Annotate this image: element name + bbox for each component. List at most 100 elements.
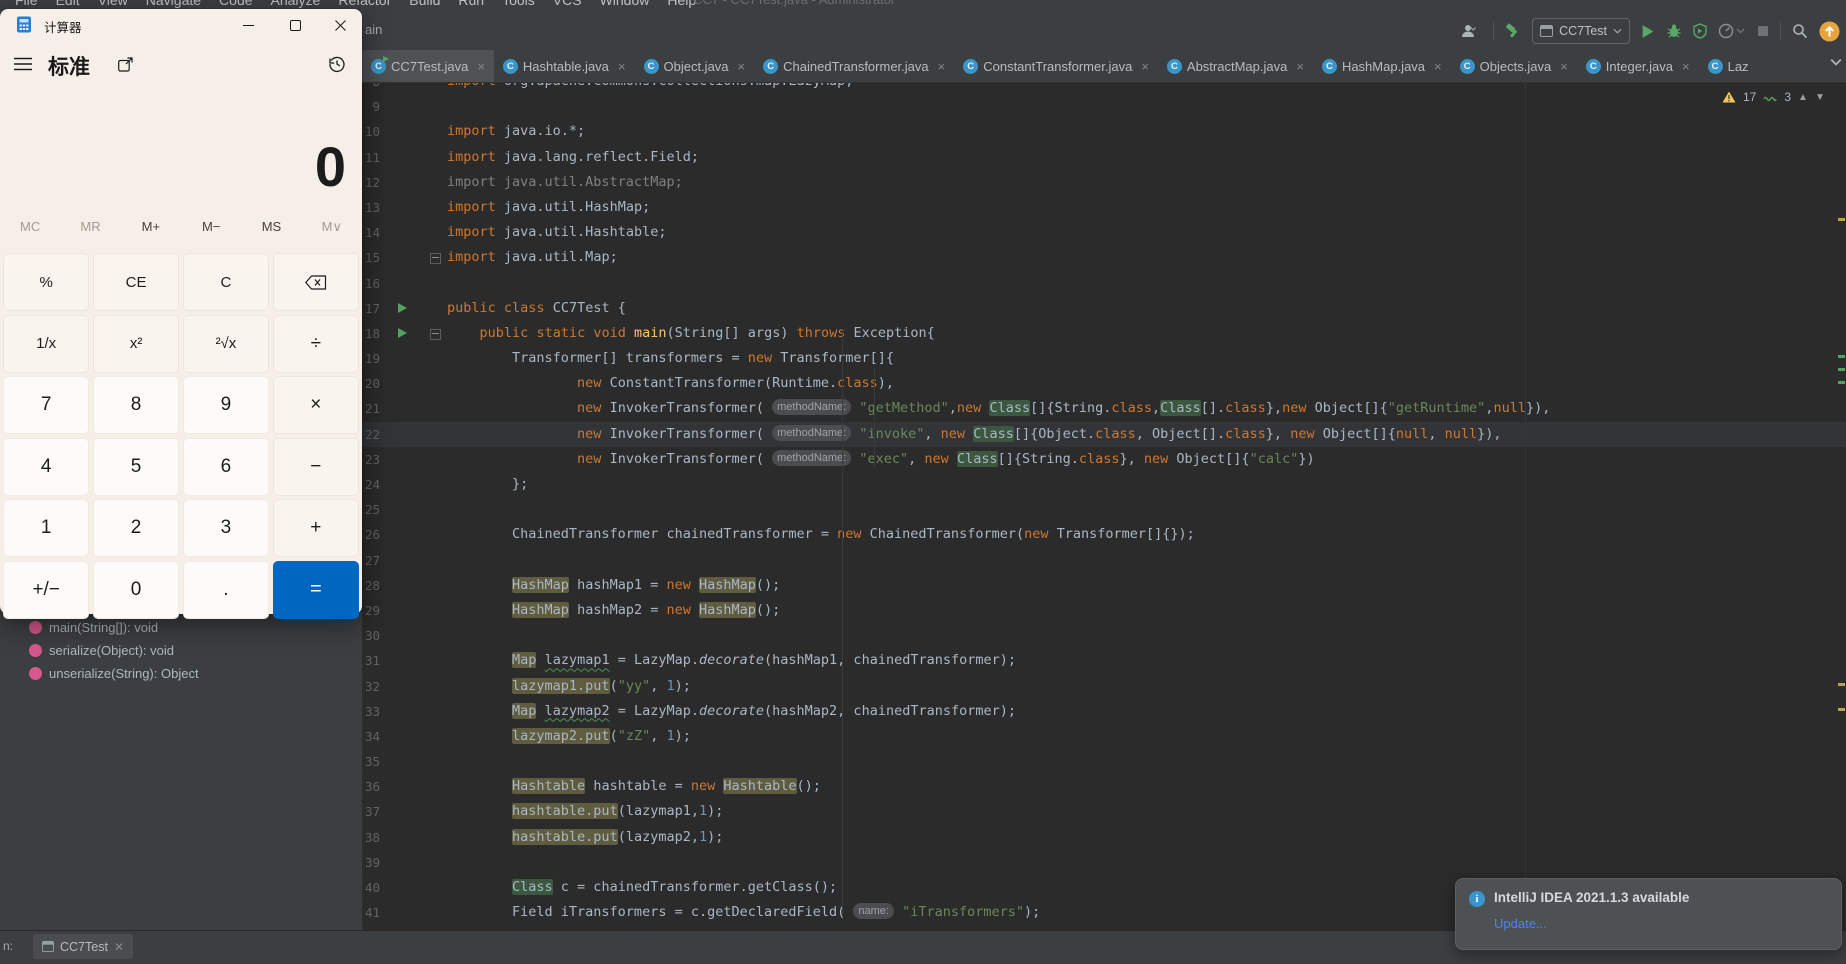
- menu-item-navigate[interactable]: Navigate: [137, 0, 210, 8]
- menu-item-file[interactable]: File: [6, 0, 47, 8]
- calc-key-8[interactable]: 8: [92, 376, 180, 435]
- menu-item-window[interactable]: Window: [591, 0, 659, 8]
- close-icon[interactable]: ×: [618, 60, 626, 73]
- inspections-widget[interactable]: 17 3 ▲ ▼: [1722, 90, 1825, 104]
- close-icon[interactable]: ×: [738, 60, 746, 73]
- editor-tab[interactable]: C Objects.java ×: [1451, 50, 1577, 82]
- run-toolwindow-tab[interactable]: CC7Test ✕: [33, 934, 133, 959]
- calc-key-−[interactable]: −: [272, 437, 359, 496]
- close-icon[interactable]: ×: [1434, 60, 1442, 73]
- structure-item[interactable]: serialize(Object): void: [0, 639, 362, 662]
- close-icon[interactable]: ×: [477, 60, 485, 73]
- code-line[interactable]: 26 ChainedTransformer chainedTransformer…: [362, 522, 1846, 547]
- code-line[interactable]: 35: [362, 749, 1846, 774]
- calc-key-.[interactable]: .: [182, 560, 270, 619]
- calc-key-6[interactable]: 6: [182, 437, 270, 496]
- code-line[interactable]: 38 hashtable.put(lazymap2,1);: [362, 825, 1846, 850]
- close-icon[interactable]: ×: [1560, 60, 1568, 73]
- code-line[interactable]: 22 new InvokerTransformer( methodName: "…: [362, 421, 1846, 447]
- search-everywhere-icon[interactable]: [1792, 23, 1808, 39]
- editor-tab[interactable]: C CC7Test.java ×: [362, 50, 494, 82]
- calc-key-0[interactable]: 0: [92, 560, 180, 619]
- menu-item-analyze[interactable]: Analyze: [262, 0, 330, 8]
- editor-tab[interactable]: C ConstantTransformer.java ×: [954, 50, 1158, 82]
- menu-item-refactor[interactable]: Refactor: [329, 0, 400, 8]
- editor-tab[interactable]: C AbstractMap.java ×: [1158, 50, 1313, 82]
- menu-item-edit[interactable]: Edit: [47, 0, 89, 8]
- code-line[interactable]: 11 import java.lang.reflect.Field;: [362, 145, 1846, 170]
- run-button[interactable]: [1641, 24, 1655, 39]
- code-line[interactable]: 36 Hashtable hashtable = new Hashtable()…: [362, 774, 1846, 799]
- run-line-icon[interactable]: [398, 328, 407, 339]
- debug-button[interactable]: [1666, 23, 1682, 39]
- calc-key-backspace[interactable]: [272, 253, 359, 312]
- code-line[interactable]: 37 hashtable.put(lazymap1,1);: [362, 799, 1846, 824]
- update-link[interactable]: Update...: [1494, 916, 1547, 931]
- code-line[interactable]: 8 import org.apache.commons.collections.m…: [362, 82, 1846, 94]
- calculator-mode-label[interactable]: 标准: [48, 51, 90, 81]
- memory-button-ms[interactable]: MS: [241, 219, 301, 247]
- code-line[interactable]: 14 import java.util.Hashtable;: [362, 220, 1846, 245]
- code-line[interactable]: 30: [362, 623, 1846, 648]
- breadcrumb[interactable]: ain: [365, 22, 382, 37]
- menu-item-vcs[interactable]: VCS: [544, 0, 591, 8]
- calc-key-4[interactable]: 4: [3, 437, 90, 496]
- editor-tab[interactable]: C Integer.java ×: [1577, 50, 1699, 82]
- run-with-coverage-button[interactable]: [1693, 23, 1707, 39]
- calc-key-÷[interactable]: ÷: [272, 314, 359, 373]
- calc-key-2[interactable]: 2: [92, 499, 180, 558]
- code-line[interactable]: 15 import java.util.Map;: [362, 245, 1846, 270]
- stop-button[interactable]: [1757, 25, 1769, 37]
- calc-key-x²[interactable]: x²: [92, 314, 180, 373]
- run-configuration-select[interactable]: CC7Test: [1532, 18, 1630, 44]
- minimize-button[interactable]: [226, 9, 270, 41]
- code-line[interactable]: 16: [362, 271, 1846, 296]
- close-button[interactable]: [318, 9, 362, 41]
- code-line[interactable]: 10 import java.io.*;: [362, 119, 1846, 144]
- code-line[interactable]: 13 import java.util.HashMap;: [362, 195, 1846, 220]
- code-editor[interactable]: 8 import org.apache.commons.collections.m…: [362, 82, 1846, 930]
- memory-button-mr[interactable]: MR: [60, 219, 120, 247]
- code-line[interactable]: 19 Transformer[] transformers = new Tran…: [362, 346, 1846, 371]
- calc-key-=[interactable]: =: [272, 560, 359, 619]
- memory-button-m+[interactable]: M+: [121, 219, 181, 247]
- calc-key-%[interactable]: %: [3, 253, 90, 312]
- code-line[interactable]: 20 new ConstantTransformer(Runtime.class…: [362, 371, 1846, 396]
- editor-tab[interactable]: C ChainedTransformer.java ×: [754, 50, 954, 82]
- memory-button-mc[interactable]: MC: [0, 219, 60, 247]
- calc-key-5[interactable]: 5: [92, 437, 180, 496]
- fold-icon[interactable]: [430, 253, 441, 265]
- code-line[interactable]: 21 new InvokerTransformer( methodName: "…: [362, 396, 1846, 421]
- calculator-titlebar[interactable]: 计算器: [0, 9, 362, 41]
- code-line[interactable]: 34 lazymap2.put("zZ", 1);: [362, 724, 1846, 749]
- next-issue-chevron-icon[interactable]: ▼: [1815, 92, 1825, 103]
- code-line[interactable]: 33 Map lazymap2 = LazyMap.decorate(hashM…: [362, 699, 1846, 724]
- calc-key-7[interactable]: 7: [3, 376, 90, 435]
- update-available-icon[interactable]: [1819, 21, 1840, 42]
- code-line[interactable]: 24 };: [362, 472, 1846, 497]
- maximize-button[interactable]: [273, 9, 317, 41]
- prev-issue-chevron-icon[interactable]: ▲: [1798, 92, 1808, 103]
- stripe-mark[interactable]: [1838, 381, 1845, 384]
- structure-item[interactable]: main(String[]): void: [0, 616, 362, 639]
- calc-key-1[interactable]: 1: [3, 499, 90, 558]
- calc-key-²√x[interactable]: ²√x: [182, 314, 270, 373]
- keep-on-top-icon[interactable]: [118, 57, 133, 72]
- run-line-icon[interactable]: [398, 303, 407, 314]
- code-line[interactable]: 39: [362, 850, 1846, 875]
- code-line[interactable]: 25: [362, 497, 1846, 522]
- menu-item-tools[interactable]: Tools: [493, 0, 544, 8]
- editor-tab[interactable]: C Laz: [1699, 50, 1758, 82]
- close-icon[interactable]: ×: [1682, 60, 1690, 73]
- calc-key-3[interactable]: 3: [182, 499, 270, 558]
- calc-key-+[interactable]: +: [272, 499, 359, 558]
- fold-icon[interactable]: [430, 328, 441, 340]
- close-icon[interactable]: ✕: [114, 941, 124, 953]
- editor-tab[interactable]: C Object.java ×: [635, 50, 755, 82]
- calc-key-C[interactable]: C: [182, 253, 270, 312]
- memory-button-m∨[interactable]: M∨: [302, 219, 362, 247]
- code-line[interactable]: 17 public class CC7Test {: [362, 296, 1846, 321]
- close-icon[interactable]: ×: [1141, 60, 1149, 73]
- editor-tab[interactable]: C HashMap.java ×: [1313, 50, 1451, 82]
- hamburger-menu-icon[interactable]: [14, 57, 32, 71]
